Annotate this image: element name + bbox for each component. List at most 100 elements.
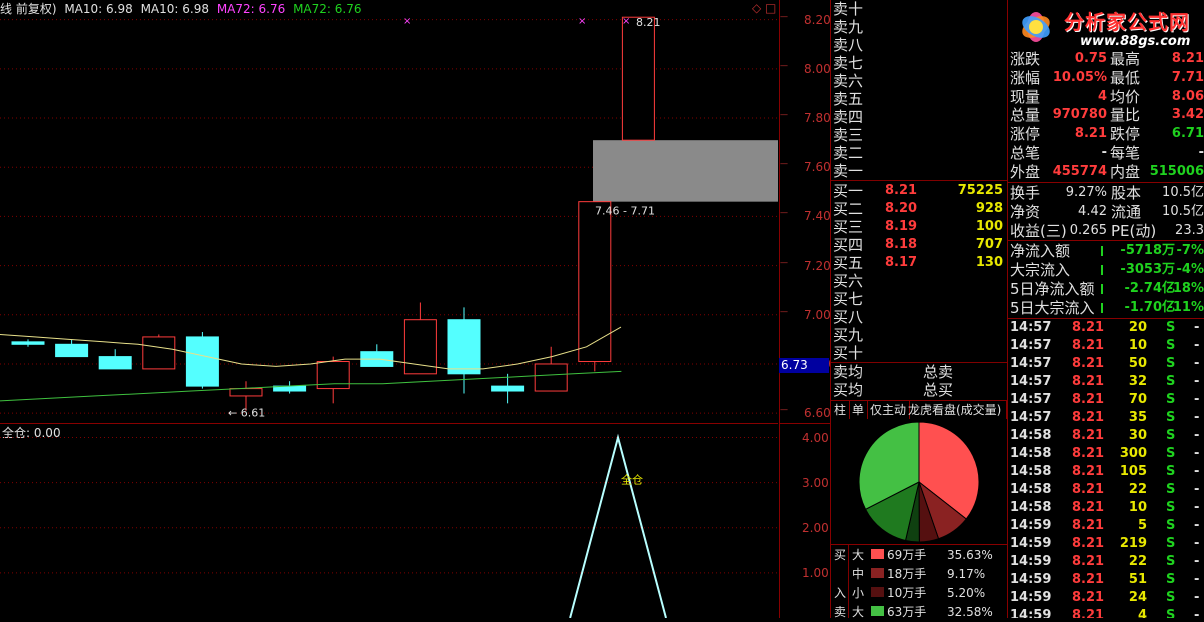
tab-dragon-tiger[interactable]: 龙虎看盘(成交量)历: [905, 401, 1007, 419]
quote-value-2: 6.71: [1171, 126, 1204, 142]
tick-row[interactable]: 14:57 8.21 32 S -: [1008, 374, 1204, 392]
buy-level-price: 8.17: [885, 255, 918, 270]
tick-price: 8.21: [1072, 500, 1105, 515]
tick-row[interactable]: 14:57 8.21 10 S -: [1008, 338, 1204, 356]
price-tick: 7.40: [804, 209, 831, 224]
quote-label: 涨幅: [1010, 68, 1041, 87]
tick-list[interactable]: 14:57 8.21 20 S -14:57 8.21 10 S -14:57 8.21 50 S -1…: [1007, 318, 1204, 618]
kline-panel[interactable]: 线 前复权) MA10: 6.98 MA10: 6.98 MA72: 6.76 …: [0, 0, 778, 423]
quote-row: 总笔 - 每笔 -: [1008, 144, 1204, 162]
quote-value-2: 7.71: [1171, 69, 1204, 85]
flow-row: 大宗流入 -3053万 -4%: [1008, 261, 1204, 279]
tick-price: 8.21: [1072, 428, 1105, 443]
sell-avg-row: 卖均 总卖: [831, 363, 1007, 381]
tick-sep: -: [1194, 356, 1200, 371]
tick-price: 8.21: [1072, 482, 1105, 497]
quote-label-2: 每笔: [1110, 144, 1141, 162]
tick-mark: —: [780, 11, 788, 21]
kline-chart: ← 6.61 8.21 7.46 - 7.71 × × ×: [0, 16, 778, 420]
flow-row: 5日大宗流入 -1.70亿 -11%: [1008, 299, 1204, 317]
buy-level-label: 买二: [833, 200, 864, 218]
tick-row[interactable]: 14:57 8.21 50 S -: [1008, 356, 1204, 374]
finance-value-2: 10.5亿: [1162, 204, 1204, 219]
legend-pct: 9.17%: [947, 567, 986, 581]
marker: ×: [403, 16, 411, 27]
buy-level-price: 8.19: [885, 219, 918, 234]
tick-time: 14:57: [1010, 320, 1052, 335]
buy-level-price: 8.20: [885, 201, 918, 216]
buy-level-label: 买八: [833, 308, 864, 326]
tick-row[interactable]: 14:58 8.21 22 S -: [1008, 482, 1204, 500]
quote-value: 8.21: [1074, 126, 1107, 142]
tick-side: S: [1166, 590, 1176, 605]
tick-row[interactable]: 14:59 8.21 219 S -: [1008, 536, 1204, 554]
quote-value: 10.05%: [1052, 69, 1107, 85]
logo-url: www.88gs.com: [1080, 34, 1191, 49]
tick-row[interactable]: 14:59 8.21 24 S -: [1008, 590, 1204, 608]
tick-time: 14:59: [1010, 590, 1052, 605]
tick-side: S: [1166, 356, 1176, 371]
sell-total-label: 总卖: [923, 363, 954, 381]
legend-size: 大: [852, 548, 865, 562]
tick-sep: -: [1194, 446, 1200, 461]
indicator-tick: 2.00: [802, 520, 829, 535]
tick-row[interactable]: 14:59 8.21 22 S -: [1008, 554, 1204, 572]
legend-volume: 69万手: [887, 548, 927, 562]
tab-bar-chart[interactable]: 柱: [831, 401, 851, 419]
tick-time: 14:59: [1010, 536, 1052, 551]
quote-label: 涨停: [1010, 125, 1041, 144]
flow-pct: -18%: [1167, 281, 1204, 296]
buy-level-row: 买二 8.20 928: [831, 200, 1007, 218]
quote-label: 涨跌: [1010, 50, 1041, 68]
quote-value-2: 8.21: [1171, 51, 1204, 66]
tick-time: 14:58: [1010, 500, 1052, 515]
legend-swatch: [871, 587, 884, 597]
tick-time: 14:58: [1010, 482, 1052, 497]
quote-value-2: 8.06: [1171, 88, 1204, 104]
buy-level-row: 买十: [831, 344, 1007, 362]
tick-volume: 22: [1128, 554, 1147, 569]
tick-row[interactable]: 14:59 8.21 5 S -: [1008, 518, 1204, 536]
tick-row[interactable]: 14:59 8.21 51 S -: [1008, 572, 1204, 590]
tick-side: S: [1166, 572, 1176, 587]
tick-row[interactable]: 14:58 8.21 105 S -: [1008, 464, 1204, 482]
tick-sep: -: [1194, 410, 1200, 425]
buy-avg-label: 买均: [833, 381, 864, 399]
buy-level-label: 买六: [833, 272, 864, 290]
tick-row[interactable]: 14:57 8.21 20 S -: [1008, 320, 1204, 338]
indicator-panel[interactable]: 全仓: 0.00 全仓: [0, 423, 778, 618]
tick-row[interactable]: 14:58 8.21 10 S -: [1008, 500, 1204, 518]
tick-volume: 22: [1128, 482, 1147, 497]
buy-level-volume: 130: [975, 255, 1003, 270]
gap-box: [593, 140, 778, 202]
candle: [491, 385, 525, 392]
indicator-tick: 1.00: [802, 565, 829, 580]
candle: [185, 336, 219, 387]
tick-side: S: [1166, 518, 1176, 533]
tick-sep: -: [1194, 536, 1200, 551]
legend-volume: 10万手: [887, 586, 927, 600]
flow-bar: [1101, 246, 1103, 256]
tab-single[interactable]: 单: [849, 401, 869, 419]
tick-row[interactable]: 14:57 8.21 70 S -: [1008, 392, 1204, 410]
tab-active-only[interactable]: 仅主动: [867, 401, 911, 419]
tick-volume: 51: [1128, 572, 1147, 587]
quote-value: 0.75: [1074, 51, 1107, 66]
tick-sep: -: [1194, 428, 1200, 443]
tick-row[interactable]: 14:57 8.21 35 S -: [1008, 410, 1204, 428]
finance-row: 换手 9.27% 股本 10.5亿: [1008, 184, 1204, 202]
tick-sep: -: [1194, 464, 1200, 479]
pie-legend: 买大 69万手 35.63% 中 18万手 9.17% 入小 10万手 5.20% 卖大 63万手 3…: [830, 544, 1007, 619]
legend-size: 大: [852, 605, 865, 619]
finance-value: 4.42: [1078, 204, 1107, 219]
tick-price: 8.21: [1072, 518, 1105, 533]
tick-side: S: [1166, 446, 1176, 461]
buy-avg-row: 买均 总买: [831, 381, 1007, 399]
tick-row[interactable]: 14:58 8.21 300 S -: [1008, 446, 1204, 464]
finance-value: 9.27%: [1065, 185, 1107, 200]
tick-price: 8.21: [1072, 554, 1105, 569]
quote-value-2: 515006: [1149, 163, 1204, 179]
tick-row[interactable]: 14:58 8.21 30 S -: [1008, 428, 1204, 446]
buy-level-row: 买八: [831, 308, 1007, 326]
sell-level-row: 卖六: [831, 72, 1007, 90]
